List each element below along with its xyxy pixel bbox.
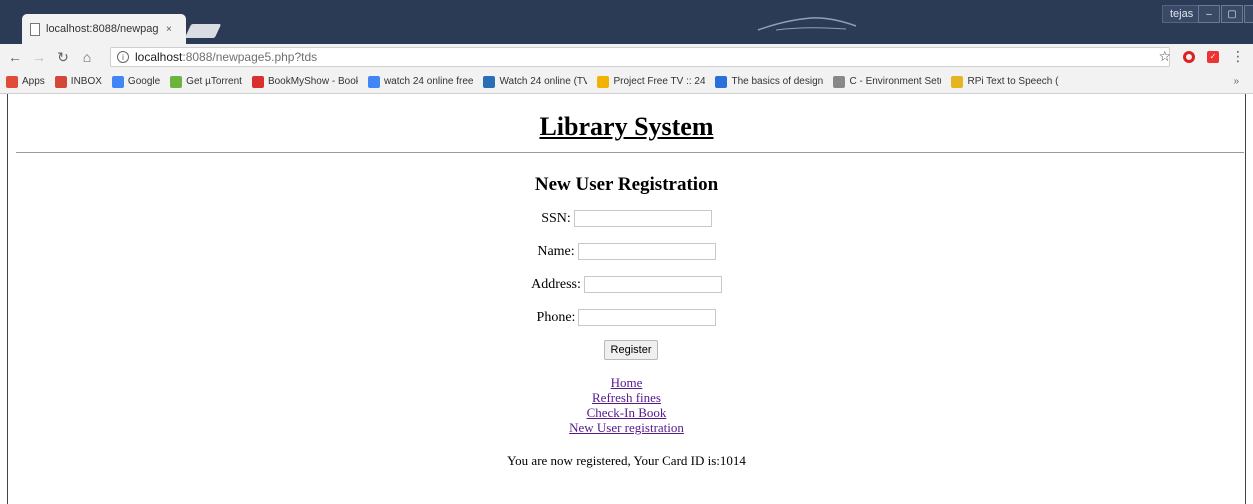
title-bar: localhost:8088/newpage × tejas – ▢ [0, 0, 1253, 44]
address-label: Address: [531, 276, 581, 292]
bookmark-item[interactable]: BookMyShow - Book [251, 75, 358, 88]
bookmark-item[interactable]: INBOX [54, 75, 102, 88]
bookmark-item[interactable]: Apps [6, 75, 45, 88]
bookmark-item[interactable]: Google [111, 75, 161, 88]
toolbar: ← → ↻ ⌂ i localhost:8088/newpage5.php?td… [0, 44, 1253, 70]
check-in-book-link[interactable]: Check-In Book [8, 405, 1245, 420]
bookmark-item[interactable]: Watch 24 online (TV [483, 75, 588, 88]
forward-icon[interactable]: → [30, 48, 48, 66]
bookmark-favicon-icon [251, 75, 264, 88]
bookmark-label: RPi Text to Speech (S [967, 76, 1060, 87]
new-user-registration-link[interactable]: New User registration [8, 420, 1245, 435]
browser-tab[interactable]: localhost:8088/newpage × [22, 14, 186, 44]
name-input[interactable] [577, 243, 716, 260]
bookmarks-overflow-icon[interactable]: » [1233, 76, 1239, 87]
bookmark-favicon-icon [597, 75, 610, 88]
tab-close-icon[interactable]: × [166, 24, 172, 35]
address-input[interactable] [583, 276, 722, 293]
back-icon[interactable]: ← [6, 48, 24, 66]
refresh-fines-link[interactable]: Refresh fines [8, 390, 1245, 405]
bookmark-item[interactable]: RPi Text to Speech (S [951, 75, 1060, 88]
bookmark-favicon-icon [951, 75, 964, 88]
address-row: Address: [8, 276, 1245, 293]
bookmark-item[interactable]: Get µTorrent [170, 75, 242, 88]
name-label: Name: [537, 243, 575, 259]
bookmarks-bar: Apps INBOX Google Get µTorrent BookMyShow - … [0, 70, 1253, 94]
address-bar[interactable]: i localhost:8088/newpage5.php?tds [110, 47, 1170, 67]
bookmark-label: C - Environment Setu [849, 76, 942, 87]
bookmark-label: Get µTorrent [186, 76, 242, 87]
bookmark-label: Project Free TV :: 24 [613, 76, 706, 87]
name-row: Name: [8, 243, 1245, 260]
page-content: Library System New User Registration SSN… [8, 94, 1245, 504]
phone-input[interactable] [578, 309, 717, 326]
bookmark-favicon-icon [833, 75, 846, 88]
divider [16, 152, 1244, 153]
bookmark-item[interactable]: Project Free TV :: 24 [597, 75, 706, 88]
bookmark-label: INBOX [70, 76, 102, 87]
bookmark-item[interactable]: C - Environment Setu [833, 75, 942, 88]
bookmark-favicon-icon [54, 75, 67, 88]
phone-label: Phone: [536, 309, 576, 325]
bookmark-label: watch 24 online free [383, 76, 474, 87]
ssn-input[interactable] [573, 210, 712, 227]
bookmark-label: Apps [22, 76, 45, 87]
bookmark-item[interactable]: watch 24 online free [367, 75, 474, 88]
bookmark-favicon-icon [170, 75, 183, 88]
bookmark-favicon-icon [6, 75, 18, 88]
ssn-label: SSN: [541, 210, 571, 226]
bookmark-favicon-icon [715, 75, 728, 88]
maximize-icon[interactable]: ▢ [1221, 5, 1243, 23]
home-icon[interactable]: ⌂ [78, 48, 96, 66]
bookmark-item[interactable]: The basics of designi [715, 75, 824, 88]
home-link[interactable]: Home [8, 375, 1245, 390]
phone-row: Phone: [8, 309, 1245, 326]
tab-title: localhost:8088/newpage [46, 23, 158, 35]
bookmark-star-icon[interactable]: ☆ [1158, 48, 1171, 65]
url-path: :8088/newpage5.php?tds [182, 50, 318, 64]
nav-links: Home Refresh fines Check-In Book New Use… [8, 375, 1245, 435]
page-title: Library System [539, 112, 714, 141]
bookmark-label: Watch 24 online (TV [499, 76, 588, 87]
register-button[interactable]: Register [604, 340, 658, 360]
bookmark-label: The basics of designi [731, 76, 824, 87]
bookmark-label: Google [127, 76, 161, 87]
pocket-extension-icon[interactable]: ✓ [1207, 50, 1219, 63]
info-icon[interactable]: i [117, 51, 129, 63]
bookmark-favicon-icon [111, 75, 124, 88]
profile-button[interactable]: tejas [1162, 5, 1202, 23]
minimize-icon[interactable]: – [1198, 5, 1220, 23]
ssn-row: SSN: [8, 210, 1245, 227]
page-icon [30, 22, 40, 36]
opera-extension-icon[interactable] [1183, 50, 1195, 63]
car-logo-icon [757, 17, 857, 31]
bookmark-favicon-icon [367, 75, 380, 88]
reload-icon[interactable]: ↻ [54, 48, 72, 66]
bookmark-favicon-icon [483, 75, 496, 88]
bookmark-label: BookMyShow - Book [267, 76, 358, 87]
new-tab-button[interactable] [184, 24, 222, 38]
menu-icon[interactable]: ⋮ [1231, 48, 1245, 65]
close-window-icon[interactable] [1244, 5, 1253, 23]
page-border-right [1245, 94, 1246, 504]
registration-message: You are now registered, Your Card ID is:… [507, 453, 746, 468]
form-title: New User Registration [534, 174, 719, 195]
url-host: localhost [135, 50, 183, 64]
